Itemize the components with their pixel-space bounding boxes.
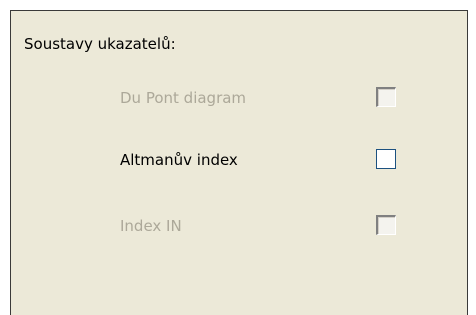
altman-index-checkbox[interactable] xyxy=(376,149,396,169)
altman-index-label[interactable]: Altmanův index xyxy=(120,150,238,170)
group-title: Soustavy ukazatelů: xyxy=(24,35,176,53)
option-row-altman: Altmanův index xyxy=(0,146,476,174)
option-row-du-pont: Du Pont diagram xyxy=(0,84,476,112)
du-pont-diagram-checkbox xyxy=(376,87,396,107)
option-row-index-in: Index IN xyxy=(0,212,476,240)
index-in-checkbox xyxy=(376,215,396,235)
index-in-label: Index IN xyxy=(120,217,182,235)
du-pont-diagram-label: Du Pont diagram xyxy=(120,89,247,107)
